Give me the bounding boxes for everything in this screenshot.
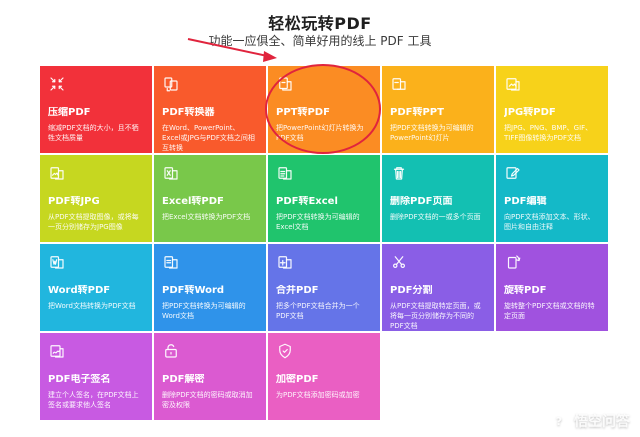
tool-description: 在Word、PowerPoint、Excel或JPG与PDF文档之间相互转换 [162, 124, 255, 152]
tool-description: 把Word文档转换为PDF文档 [48, 302, 136, 310]
ppt-to-pdf-icon [276, 75, 294, 93]
word-to-pdf-icon [48, 253, 66, 271]
tool-title: PDF解密 [162, 374, 205, 385]
tool-description: 把JPG、PNG、BMP、GIF、TIFF图像转换为PDF文档 [504, 124, 593, 142]
edit-icon [504, 164, 522, 182]
page-subtitle: 功能一应俱全、简单好用的线上 PDF 工具 [208, 34, 432, 48]
tool-tile-11[interactable]: Word转PDF 把Word文档转换为PDF文档 [40, 244, 152, 331]
tool-description: 把PDF文档转换为可编辑的Word文档 [162, 302, 246, 320]
tool-tile-16[interactable]: PDF电子签名建立个人签名，在PDF文档上签名或要求他人签名 [40, 333, 152, 420]
tool-title: 加密PDF [276, 374, 319, 385]
tools-grid: 压缩PDF 缩减PDF文档的大小，且不牺牲文档质量 PDF转换器在Word、Powe… [40, 66, 608, 420]
tool-description: 从PDF文档提取图像，或将每一页分别储存为JPG图像 [48, 213, 139, 231]
tool-title: Word转PDF [48, 285, 111, 296]
tool-title: PDF转Word [162, 285, 225, 296]
tool-title: PDF转PPT [390, 107, 444, 118]
tool-tile-15[interactable]: 旋转PDF 旋转整个PDF文档或文档的特定页面 [496, 244, 608, 331]
convert-icon [162, 75, 180, 93]
scissors-icon [390, 253, 408, 271]
pdf-to-jpg-icon [48, 164, 66, 182]
tool-description: 旋转整个PDF文档或文档的特定页面 [504, 302, 595, 320]
jpg-to-pdf-icon [504, 75, 522, 93]
callout-arrow-head [263, 51, 277, 62]
tool-title: 旋转PDF [504, 285, 547, 296]
tool-description: 删除PDF文档的一或多个页面 [390, 213, 481, 221]
tool-tile-1[interactable]: 压缩PDF 缩减PDF文档的大小，且不牺牲文档质量 [40, 66, 152, 153]
tool-description: 把PDF文档转换为可编辑的Excel文档 [276, 213, 360, 231]
sign-icon [48, 342, 66, 360]
tool-description: 建立个人签名，在PDF文档上签名或要求他人签名 [48, 391, 139, 409]
tool-title: 压缩PDF [48, 107, 91, 118]
tool-title: Excel转PDF [162, 196, 224, 207]
tool-description: 把多个PDF文档合并为一个PDF文档 [276, 302, 360, 320]
unlock-icon [162, 342, 180, 360]
tool-title: 合并PDF [276, 285, 319, 296]
pdf-to-word-icon [162, 253, 180, 271]
tool-tile-18[interactable]: 加密PDF 为PDF文档添加密码或加密 [268, 333, 380, 420]
tool-tile-4[interactable]: PDF转PPT 把PDF文档转换为可编辑的PowerPoint幻灯片 [382, 66, 494, 153]
tool-tile-14[interactable]: PDF分割从PDF文档提取特定页面，或将每一页分别储存为不同的PDF文档 [382, 244, 494, 331]
tool-title: PDF转Excel [276, 196, 338, 207]
tool-tile-7[interactable]: Excel转PDF 把Excel文档转换为PDF文档 [154, 155, 266, 242]
trash-icon [390, 164, 408, 182]
tool-title: PDF电子签名 [48, 374, 111, 385]
tool-tile-10[interactable]: PDF编辑向PDF文档添加文本、形状、图片和自由注释 [496, 155, 608, 242]
compress-icon [48, 75, 66, 93]
tool-title: PDF转换器 [162, 107, 215, 118]
tool-title: PDF转JPG [48, 196, 100, 207]
merge-icon [276, 253, 294, 271]
tool-tile-6[interactable]: PDF转JPG 从PDF文档提取图像，或将每一页分别储存为JPG图像 [40, 155, 152, 242]
tool-tile-13[interactable]: 合并PDF 把多个PDF文档合并为一个PDF文档 [268, 244, 380, 331]
tool-title: PDF编辑 [504, 196, 547, 207]
tool-description: 把PDF文档转换为可编辑的PowerPoint幻灯片 [390, 124, 474, 142]
tool-description: 缩减PDF文档的大小，且不牺牲文档质量 [48, 124, 139, 142]
tool-tile-17[interactable]: PDF解密删除PDF文档的密码或取消加密及权限 [154, 333, 266, 420]
tool-description: 从PDF文档提取特定页面，或将每一页分别储存为不同的PDF文档 [390, 302, 481, 330]
tool-description: 为PDF文档添加密码或加密 [276, 391, 360, 399]
tool-tile-9[interactable]: 删除PDF页面删除PDF文档的一或多个页面 [382, 155, 494, 242]
tool-description: 把PowerPoint幻灯片转换为PDF文档 [276, 124, 364, 142]
rotate-icon [504, 253, 522, 271]
tool-tile-3[interactable]: PPT转PDF 把PowerPoint幻灯片转换为PDF文档 [268, 66, 380, 153]
lock-icon [276, 342, 294, 360]
tool-title: 删除PDF页面 [390, 196, 453, 207]
tool-tile-8[interactable]: PDF转Excel 把PDF文档转换为可编辑的Excel文档 [268, 155, 380, 242]
pdf-to-excel-icon [276, 164, 294, 182]
tool-description: 把Excel文档转换为PDF文档 [162, 213, 251, 221]
tool-tile-2[interactable]: PDF转换器在Word、PowerPoint、Excel或JPG与PDF文档之间… [154, 66, 266, 153]
tool-title: JPG转PDF [504, 107, 556, 118]
tool-title: PPT转PDF [276, 107, 330, 118]
tool-description: 删除PDF文档的密码或取消加密及权限 [162, 391, 253, 409]
tool-title: PDF分割 [390, 285, 433, 296]
page: 轻松玩转PDF 功能一应俱全、简单好用的线上 PDF 工具 压缩PDF 缩减PDF… [0, 0, 640, 437]
tool-tile-12[interactable]: PDF转Word 把PDF文档转换为可编辑的Word文档 [154, 244, 266, 331]
tool-tile-5[interactable]: JPG转PDF 把JPG、PNG、BMP、GIF、TIFF图像转换为PDF文档 [496, 66, 608, 153]
tool-description: 向PDF文档添加文本、形状、图片和自由注释 [504, 213, 595, 231]
pdf-to-ppt-icon [390, 75, 408, 93]
excel-to-pdf-icon [162, 164, 180, 182]
page-title: 轻松玩转PDF [268, 14, 372, 33]
